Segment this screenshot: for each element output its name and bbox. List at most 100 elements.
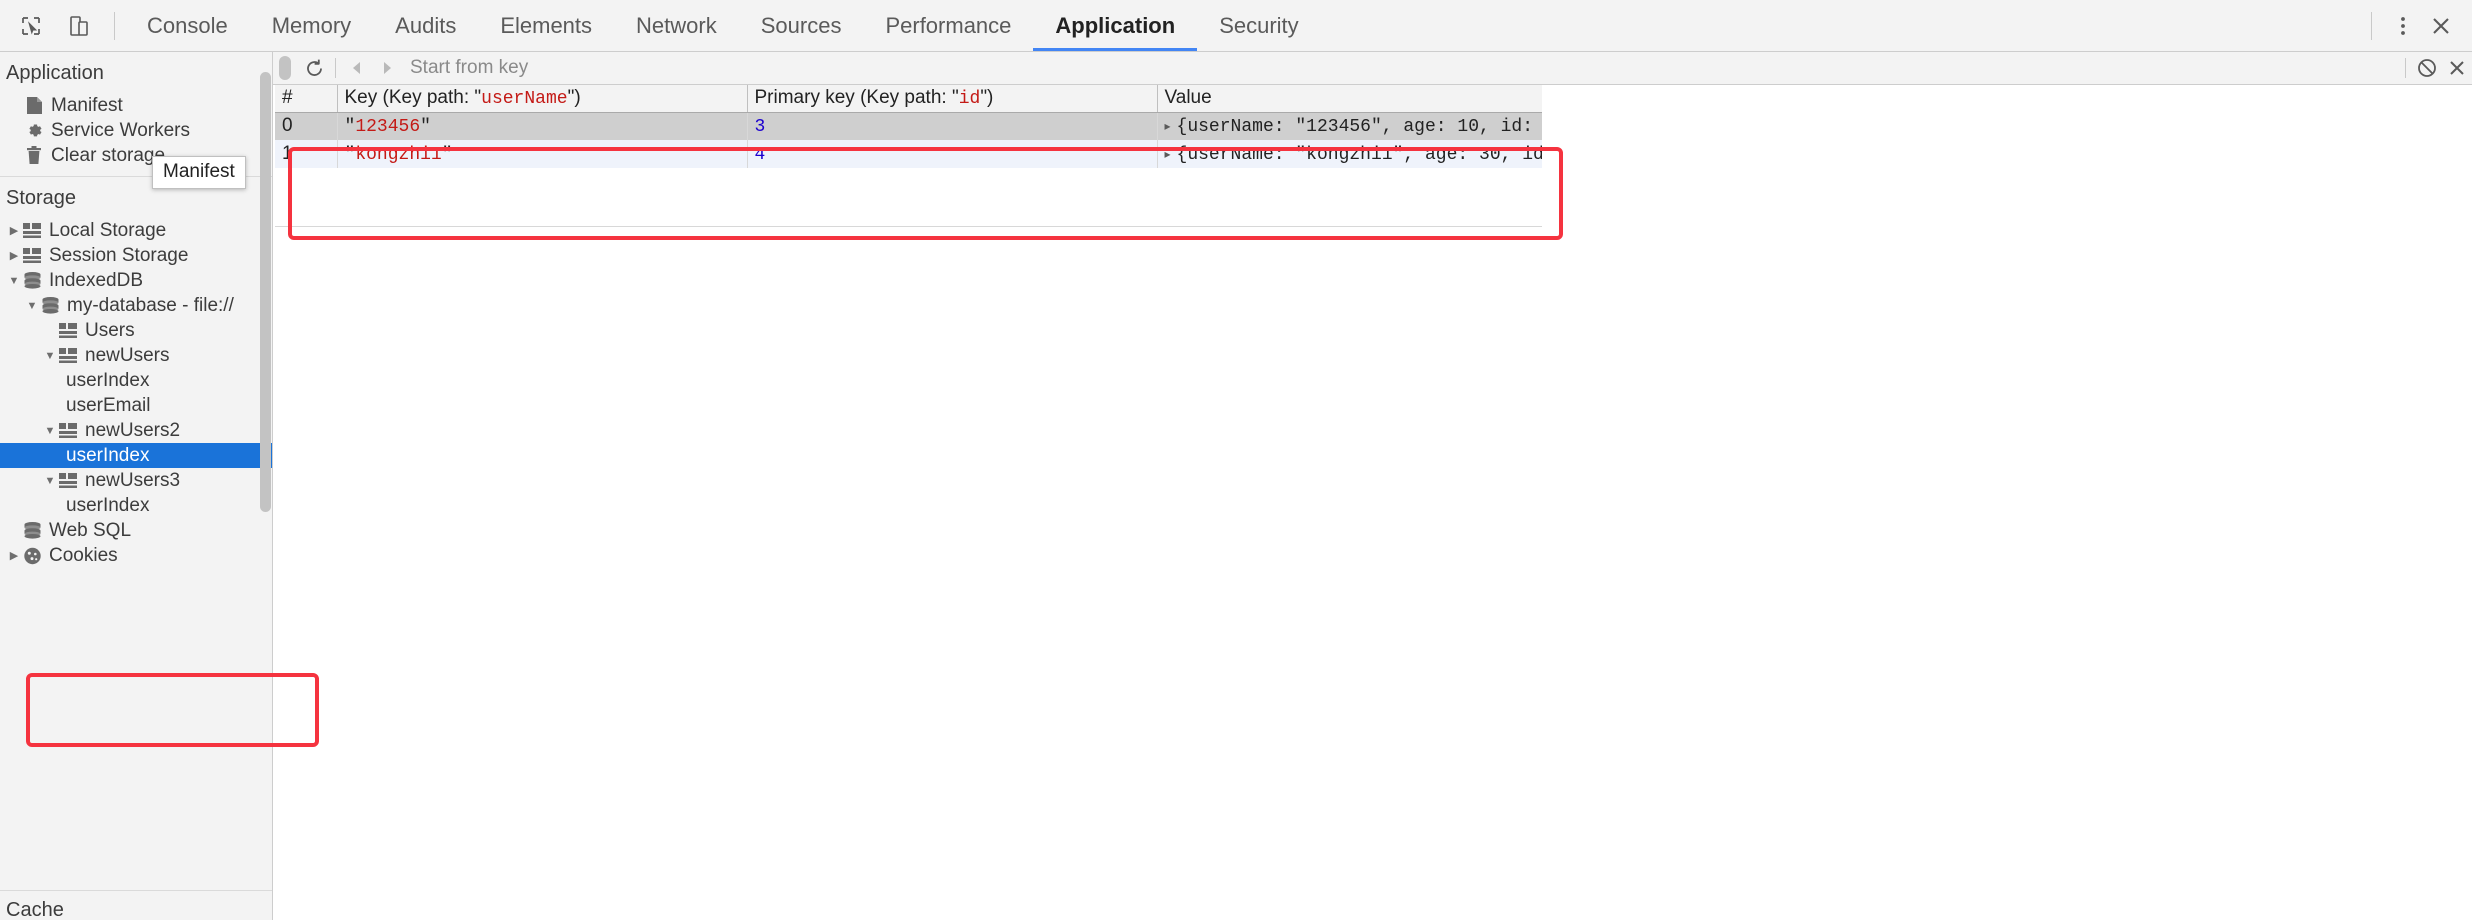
table-row[interactable]: 1 "kongzhi1" 4 ▸ {userName: "kongzhi1", a… xyxy=(275,140,1542,168)
sidebar-item-web-sql[interactable]: ▸ Web SQL xyxy=(0,518,272,543)
sidebar-item-label: userEmail xyxy=(66,394,151,416)
sidebar-item-label: Session Storage xyxy=(49,244,189,266)
sidebar-item-label: userIndex xyxy=(66,444,150,466)
sidebar-item-local-storage[interactable]: ▶ Local Storage xyxy=(0,218,272,243)
cell-value: ▸ {userName: "123456", age: 10, id: 3} xyxy=(1157,112,1542,140)
chevron-down-icon[interactable]: ▼ xyxy=(6,273,22,289)
sidebar-item-newusers-userindex[interactable]: userIndex xyxy=(0,368,272,393)
clear-object-store-icon[interactable] xyxy=(2412,55,2442,81)
column-header-text: Value xyxy=(1164,87,1212,109)
tab-memory[interactable]: Memory xyxy=(250,0,373,51)
next-page-icon[interactable] xyxy=(372,55,402,81)
column-header-keypath: userName xyxy=(481,89,568,110)
grid-bottom-border xyxy=(275,226,1542,227)
sidebar-item-newusers-useremail[interactable]: userEmail xyxy=(0,393,272,418)
tab-console[interactable]: Console xyxy=(125,0,250,51)
table-icon xyxy=(58,422,78,440)
sidebar-item-my-database[interactable]: ▼ my-database - file:// xyxy=(0,293,272,318)
table-row[interactable]: 0 "123456" 3 ▸ {userName: "123456", age: … xyxy=(275,112,1542,140)
tabbar-divider xyxy=(114,11,115,40)
sidebar-item-session-storage[interactable]: ▶ Session Storage xyxy=(0,243,272,268)
sidebar-item-manifest[interactable]: Manifest xyxy=(0,93,272,118)
tab-sources[interactable]: Sources xyxy=(739,0,864,51)
expand-triangle-icon[interactable]: ▸ xyxy=(1165,119,1171,133)
chevron-right-icon[interactable]: ▶ xyxy=(6,248,22,264)
start-from-key-input[interactable] xyxy=(402,56,2399,80)
cell-key: "123456" xyxy=(337,112,748,140)
cell-key-quote-close: " xyxy=(441,145,453,165)
chevron-down-icon[interactable]: ▼ xyxy=(24,298,40,314)
cookie-icon xyxy=(22,547,42,565)
indexeddb-data-panel: # Key (Key path: "userName") Primary key… xyxy=(273,52,2472,920)
chevron-down-icon[interactable]: ▼ xyxy=(42,423,58,439)
manifest-tooltip: Manifest xyxy=(152,156,246,189)
sidebar-item-label: IndexedDB xyxy=(49,269,144,291)
chevron-down-icon[interactable]: ▼ xyxy=(42,473,58,489)
tab-security[interactable]: Security xyxy=(1197,0,1320,51)
cell-key-text: kongzhi1 xyxy=(355,145,442,165)
column-header-key[interactable]: Key (Key path: "userName") xyxy=(337,85,748,113)
sidebar-section-cache: Cache xyxy=(0,890,272,920)
sidebar-item-newusers2[interactable]: ▼ newUsers2 xyxy=(0,418,272,443)
close-icon[interactable] xyxy=(2424,9,2458,43)
cell-value-text: {userName: "kongzhi1", age: 30, id: 4} xyxy=(1176,145,1542,165)
tab-application[interactable]: Application xyxy=(1033,0,1197,51)
column-header-index[interactable]: # xyxy=(275,85,338,113)
chevron-right-icon[interactable]: ▶ xyxy=(6,223,22,239)
sidebar-item-label: Web SQL xyxy=(49,519,132,541)
chevron-down-icon[interactable]: ▼ xyxy=(42,348,58,364)
previous-page-icon[interactable] xyxy=(342,55,372,81)
chevron-right-icon[interactable]: ▶ xyxy=(6,548,22,564)
indexeddb-grid-container: # Key (Key path: "userName") Primary key… xyxy=(273,85,2472,920)
database-icon xyxy=(40,297,60,315)
document-icon xyxy=(24,97,44,115)
column-header-keypath: id xyxy=(958,89,981,110)
refresh-icon[interactable] xyxy=(299,55,329,81)
database-icon xyxy=(22,272,42,290)
trash-icon xyxy=(24,146,44,165)
tab-elements[interactable]: Elements xyxy=(478,0,614,51)
sidebar-item-label: newUsers2 xyxy=(85,419,181,441)
gear-icon xyxy=(24,122,44,140)
inspect-element-icon[interactable] xyxy=(14,9,48,43)
application-sidebar: Application Manifest Service Workers Cle… xyxy=(0,52,273,920)
grid-header-row: # Key (Key path: "userName") Primary key… xyxy=(275,85,1542,113)
table-icon xyxy=(58,322,78,340)
tab-label: Console xyxy=(147,12,228,38)
tab-network[interactable]: Network xyxy=(614,0,739,51)
sidebar-item-indexeddb[interactable]: ▼ IndexedDB xyxy=(0,268,272,293)
column-header-value[interactable]: Value xyxy=(1157,85,1542,113)
sidebar-item-newusers3-userindex[interactable]: userIndex xyxy=(0,493,272,518)
sidebar-item-label: Users xyxy=(85,319,135,341)
sidebar-section-application: Application xyxy=(6,62,104,84)
sidebar-item-label: Local Storage xyxy=(49,219,167,241)
sidebar-scrollbar[interactable] xyxy=(259,52,272,920)
sidebar-item-cookies[interactable]: ▶ Cookies xyxy=(0,543,272,568)
cell-primary-key-text: 3 xyxy=(754,117,766,138)
tab-label: Application xyxy=(1055,12,1176,38)
tab-audits[interactable]: Audits xyxy=(373,0,478,51)
cell-key-text: 123456 xyxy=(355,117,421,138)
delete-selected-icon[interactable] xyxy=(2442,55,2472,81)
expand-triangle-icon[interactable]: ▸ xyxy=(1165,147,1171,161)
sidebar-item-label: Cookies xyxy=(49,544,118,566)
cell-primary-key: 3 xyxy=(747,112,1158,140)
sidebar-item-newusers2-userindex-selected[interactable]: userIndex xyxy=(0,443,272,468)
sidebar-item-newusers3[interactable]: ▼ newUsers3 xyxy=(0,468,272,493)
cell-key-quote-close: " xyxy=(420,117,431,138)
toolbar-divider xyxy=(335,58,336,78)
sidebar-item-newusers[interactable]: ▼ newUsers xyxy=(0,343,272,368)
sidebar-item-service-workers[interactable]: Service Workers xyxy=(0,118,272,143)
indexeddb-data-grid: # Key (Key path: "userName") Primary key… xyxy=(275,85,1542,168)
sidebar-item-users[interactable]: ▸ Users xyxy=(0,318,272,343)
tabbar-right-icons xyxy=(2361,0,2472,51)
tab-performance[interactable]: Performance xyxy=(863,0,1033,51)
tab-label: Performance xyxy=(885,12,1012,38)
device-toolbar-icon[interactable] xyxy=(62,9,96,43)
tab-label: Security xyxy=(1219,12,1299,38)
more-options-icon[interactable] xyxy=(2386,9,2420,43)
sidebar-scrollbar-thumb[interactable] xyxy=(260,72,271,512)
column-header-primary-key[interactable]: Primary key (Key path: "id") xyxy=(747,85,1158,113)
sidebar-item-label: Clear storage xyxy=(51,144,166,166)
panel-resize-handle[interactable] xyxy=(279,56,291,80)
